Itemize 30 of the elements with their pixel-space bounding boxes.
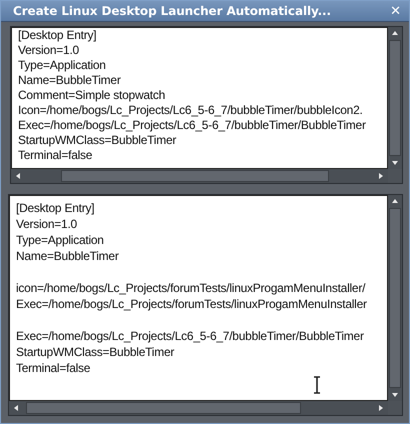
text-line: Version=1.0 [18, 43, 79, 58]
text-line: [Desktop Entry] [16, 200, 94, 216]
scroll-up-icon[interactable] [391, 29, 399, 37]
text-line: Name=BubbleTimer [16, 248, 119, 264]
text-line: Terminal=false [18, 148, 92, 163]
text-line: Exec=/home/bogs/Lc_Projects/Lc6_5-6_7/bubbleTimer/BubbleTimer [18, 118, 366, 133]
text-line: Icon=/home/bogs/Lc_Projects/Lc6_5-6_7/bubbleTimer/bubbleIcon2. [18, 103, 363, 118]
text-area[interactable] [11, 27, 388, 169]
text-line: Type=Application [18, 58, 106, 73]
scroll-right-icon[interactable] [377, 172, 385, 180]
scroll-left-icon[interactable] [14, 172, 22, 180]
text-line: StartupWMClass=BubbleTimer [18, 133, 176, 148]
text-area[interactable] [9, 195, 388, 401]
text-line: Comment=Simple stopwatch [18, 88, 166, 103]
scroll-down-icon[interactable] [391, 391, 399, 399]
scroll-right-icon[interactable] [377, 404, 385, 412]
text-line: Type=Application [16, 232, 104, 248]
scroll-down-icon[interactable] [391, 159, 399, 167]
text-line: Name=BubbleTimer [18, 73, 121, 88]
window-title: Create Linux Desktop Launcher Automatically... [13, 4, 331, 18]
text-line: Version=1.0 [16, 216, 77, 232]
close-button[interactable]: ✕ [388, 4, 403, 18]
text-line: StartupWMClass=BubbleTimer [16, 344, 174, 360]
scroll-up-icon[interactable] [391, 197, 399, 205]
scroll-left-icon[interactable] [12, 404, 20, 412]
text-line: Exec=/home/bogs/Lc_Projects/Lc6_5-6_7/bubbleTimer/BubbleTimer [16, 328, 364, 344]
text-line: [Desktop Entry] [18, 28, 96, 43]
text-line: Exec=/home/bogs/Lc_Projects/forumTests/linuxProgamMenuInstaller [16, 296, 367, 312]
text-line: icon=/home/bogs/Lc_Projects/forumTests/linuxProgamMenuInstaller/ [16, 280, 366, 296]
text-line: Terminal=false [16, 360, 90, 376]
